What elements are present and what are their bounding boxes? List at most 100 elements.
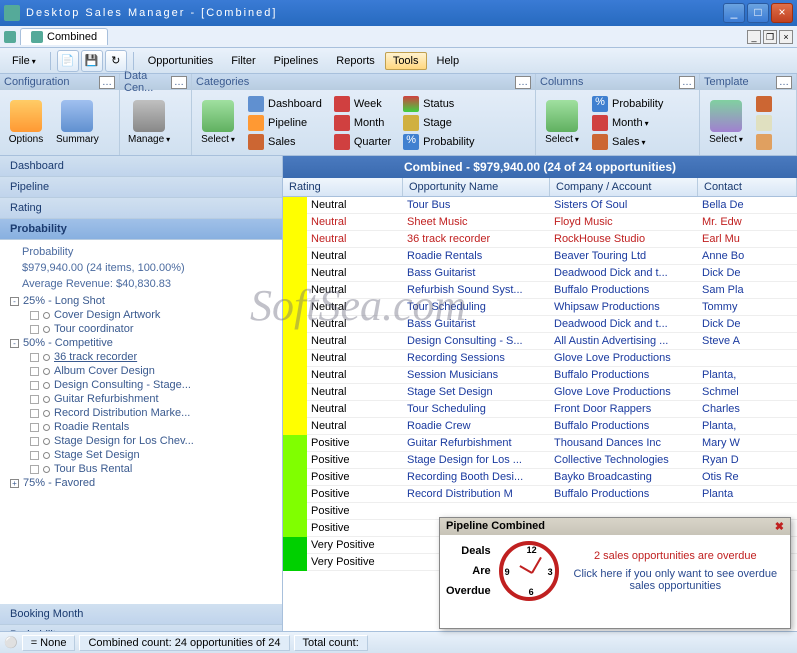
template-home-button[interactable] [752,133,776,151]
expand-icon[interactable]: + [10,479,19,488]
stage-button[interactable]: Stage [399,114,478,132]
table-row[interactable]: PositiveRecord Distribution MBuffalo Pro… [283,486,797,503]
table-row[interactable]: NeutralRefurbish Sound Syst...Buffalo Pr… [283,282,797,299]
menu-pipelines[interactable]: Pipelines [266,52,327,70]
table-row[interactable]: NeutralRoadie CrewBuffalo ProductionsPla… [283,418,797,435]
col-sales-button[interactable]: Sales [588,133,667,151]
col-company[interactable]: Company / Account [550,178,698,196]
options-button[interactable]: Options [4,98,48,147]
maximize-button[interactable]: □ [747,3,769,23]
summary-button[interactable]: Summary [52,98,103,147]
info-title: Probability [22,246,272,258]
dashboard-button[interactable]: Dashboard [244,95,326,113]
manage-button[interactable]: Manage [124,98,174,147]
table-row[interactable]: NeutralTour SchedulingFront Door Rappers… [283,401,797,418]
new-button[interactable]: 📄 [57,50,79,72]
sidebar-booking-month[interactable]: Booking Month [0,604,282,625]
group-launcher[interactable]: … [171,76,187,89]
group-title: Template [704,76,749,88]
mdi-restore[interactable]: ❐ [763,30,777,44]
table-row[interactable]: NeutralTour BusSisters Of SoulBella De [283,197,797,214]
popup-message[interactable]: 2 sales opportunities are overdue Click … [567,550,784,592]
tree-leaf[interactable]: Album Cover Design [30,364,272,378]
tree-leaf[interactable]: Stage Design for Los Chev... [30,434,272,448]
template-doc-button[interactable] [752,114,776,132]
tree-leaf[interactable]: Stage Set Design [30,448,272,462]
calendar-icon [592,115,608,131]
pipeline-button[interactable]: Pipeline [244,114,326,132]
table-row[interactable]: NeutralTour SchedulingWhipsaw Production… [283,299,797,316]
table-row[interactable]: NeutralStage Set DesignGlove Love Produc… [283,384,797,401]
statusbar: ⚪ = None Combined count: 24 opportunitie… [0,631,797,653]
sales-button[interactable]: Sales [244,133,326,151]
table-row[interactable]: Neutral36 track recorderRockHouse Studio… [283,231,797,248]
table-row[interactable]: NeutralSheet MusicFloyd MusicMr. Edw [283,214,797,231]
table-row[interactable]: PositiveGuitar RefurbishmentThousand Dan… [283,435,797,452]
quarter-button[interactable]: Quarter [330,133,395,151]
menu-filter[interactable]: Filter [223,52,263,70]
col-contact[interactable]: Contact [698,178,797,196]
month-button[interactable]: Month [330,114,395,132]
popup-close[interactable]: ✖ [775,520,784,533]
tree-group[interactable]: -25% - Long Shot [10,294,272,308]
probability-button[interactable]: %Probability [399,133,478,151]
select-categories-button[interactable]: Select [196,98,240,147]
tree-leaf[interactable]: Roadie Rentals [30,420,272,434]
tree-leaf[interactable]: 36 track recorder [30,350,272,364]
select-template-button[interactable]: Select [704,98,748,147]
col-probability-button[interactable]: %Probability [588,95,667,113]
table-row[interactable]: NeutralBass GuitaristDeadwood Dick and t… [283,265,797,282]
tree-group[interactable]: +75% - Favored [10,476,272,490]
tree-leaf[interactable]: Tour Bus Rental [30,462,272,476]
tree-leaf[interactable]: Design Consulting - Stage... [30,378,272,392]
table-row[interactable]: PositiveStage Design for Los ...Collecti… [283,452,797,469]
table-row[interactable]: NeutralDesign Consulting - S...All Austi… [283,333,797,350]
sidebar-pipeline[interactable]: Pipeline [0,177,282,198]
ribbon: Configuration… Options Summary Data Cen.… [0,74,797,156]
group-launcher[interactable]: … [99,76,115,89]
triangle-icon [710,100,742,132]
group-launcher[interactable]: … [679,76,695,89]
menu-reports[interactable]: Reports [328,52,383,70]
table-row[interactable]: NeutralRecording SessionsGlove Love Prod… [283,350,797,367]
table-row[interactable]: PositiveRecording Booth Desi...Bayko Bro… [283,469,797,486]
col-opportunity[interactable]: Opportunity Name [403,178,550,196]
col-rating[interactable]: Rating [283,178,403,196]
expand-icon[interactable]: - [10,297,19,306]
menu-file[interactable]: File [4,52,44,70]
table-row[interactable]: NeutralSession MusiciansBuffalo Producti… [283,367,797,384]
tree-leaf[interactable]: Cover Design Artwork [30,308,272,322]
menu-help[interactable]: Help [429,52,468,70]
close-button[interactable]: × [771,3,793,23]
disk-icon: 💾 [85,54,99,67]
template-person-button[interactable] [752,95,776,113]
tree-group[interactable]: -50% - Competitive [10,336,272,350]
doc-icon [31,31,43,43]
table-row[interactable]: NeutralBass GuitaristDeadwood Dick and t… [283,316,797,333]
save-button[interactable]: 💾 [81,50,103,72]
status-button[interactable]: Status [399,95,478,113]
menu-opportunities[interactable]: Opportunities [140,52,221,70]
minimize-button[interactable]: _ [723,3,745,23]
tree-leaf[interactable]: Tour coordinator [30,322,272,336]
table-row[interactable]: NeutralRoadie RentalsBeaver Touring LtdA… [283,248,797,265]
refresh-button[interactable]: ↻ [105,50,127,72]
mdi-close[interactable]: × [779,30,793,44]
filter-icon[interactable]: ⚪ [4,636,18,649]
sidebar-probability[interactable]: Probability [0,219,282,240]
overdue-popup: Pipeline Combined ✖ DealsAreOverdue 12 3… [439,517,791,629]
week-button[interactable]: Week [330,95,395,113]
col-month-button[interactable]: Month [588,114,667,132]
expand-icon[interactable]: - [10,339,19,348]
tab-combined[interactable]: Combined [20,28,108,45]
tree-leaf[interactable]: Record Distribution Marke... [30,406,272,420]
menu-tools[interactable]: Tools [385,52,427,70]
group-launcher[interactable]: … [776,76,792,89]
tree-leaf[interactable]: Guitar Refurbishment [30,392,272,406]
select-columns-button[interactable]: Select [540,98,584,147]
sidebar-dashboard[interactable]: Dashboard [0,156,282,177]
mdi-minimize[interactable]: _ [747,30,761,44]
status-none[interactable]: = None [22,635,76,651]
sidebar-rating[interactable]: Rating [0,198,282,219]
group-launcher[interactable]: … [515,76,531,89]
